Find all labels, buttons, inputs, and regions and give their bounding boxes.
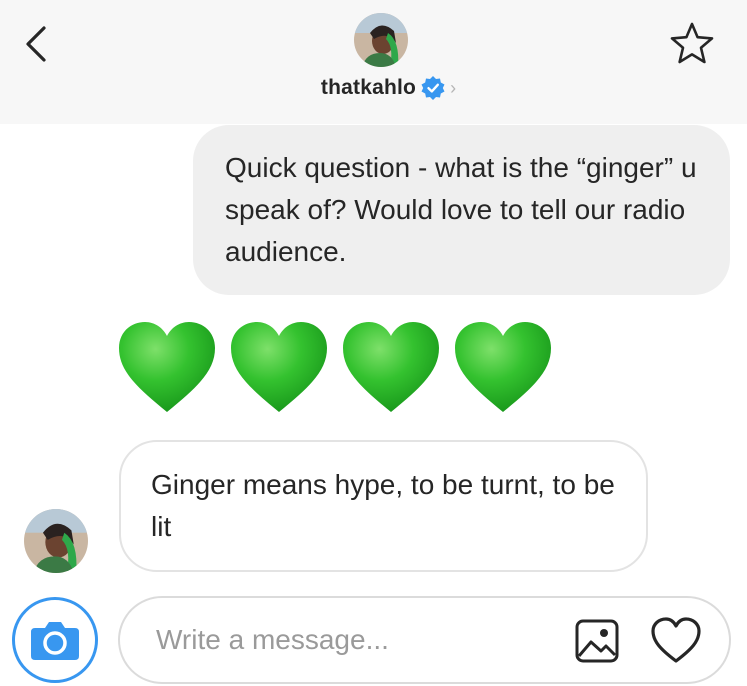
star-outline-icon bbox=[670, 22, 714, 64]
back-button[interactable] bbox=[18, 22, 58, 66]
like-button[interactable] bbox=[650, 616, 702, 666]
heart-outline-icon bbox=[651, 617, 701, 663]
gallery-icon bbox=[575, 619, 619, 663]
green-heart-icon bbox=[455, 322, 551, 412]
message-input[interactable] bbox=[156, 616, 556, 664]
verified-badge-icon bbox=[421, 76, 445, 100]
conversation-header: thatkahlo › bbox=[0, 0, 747, 124]
header-avatar[interactable] bbox=[354, 13, 408, 67]
chevron-right-icon: › bbox=[450, 77, 457, 98]
chevron-left-icon bbox=[26, 26, 46, 62]
outgoing-message-bubble[interactable]: Quick question - what is the “ginger” u … bbox=[193, 125, 730, 295]
emoji-message[interactable] bbox=[117, 318, 553, 428]
gallery-button[interactable] bbox=[574, 618, 620, 664]
message-text: Quick question - what is the “ginger” u … bbox=[225, 152, 697, 267]
green-heart-icon bbox=[231, 322, 327, 412]
message-composer bbox=[118, 596, 731, 684]
username: thatkahlo bbox=[320, 76, 417, 99]
camera-icon bbox=[31, 622, 79, 660]
green-heart-icon bbox=[343, 322, 439, 412]
incoming-message-bubble[interactable]: Ginger means hype, to be turnt, to be li… bbox=[119, 440, 648, 572]
message-text: Ginger means hype, to be turnt, to be li… bbox=[151, 469, 615, 542]
star-button[interactable] bbox=[668, 20, 716, 68]
camera-button[interactable] bbox=[12, 597, 98, 683]
sender-avatar[interactable] bbox=[24, 509, 88, 573]
header-username-row[interactable]: thatkahlo › bbox=[0, 72, 747, 104]
green-heart-icon bbox=[119, 322, 215, 412]
